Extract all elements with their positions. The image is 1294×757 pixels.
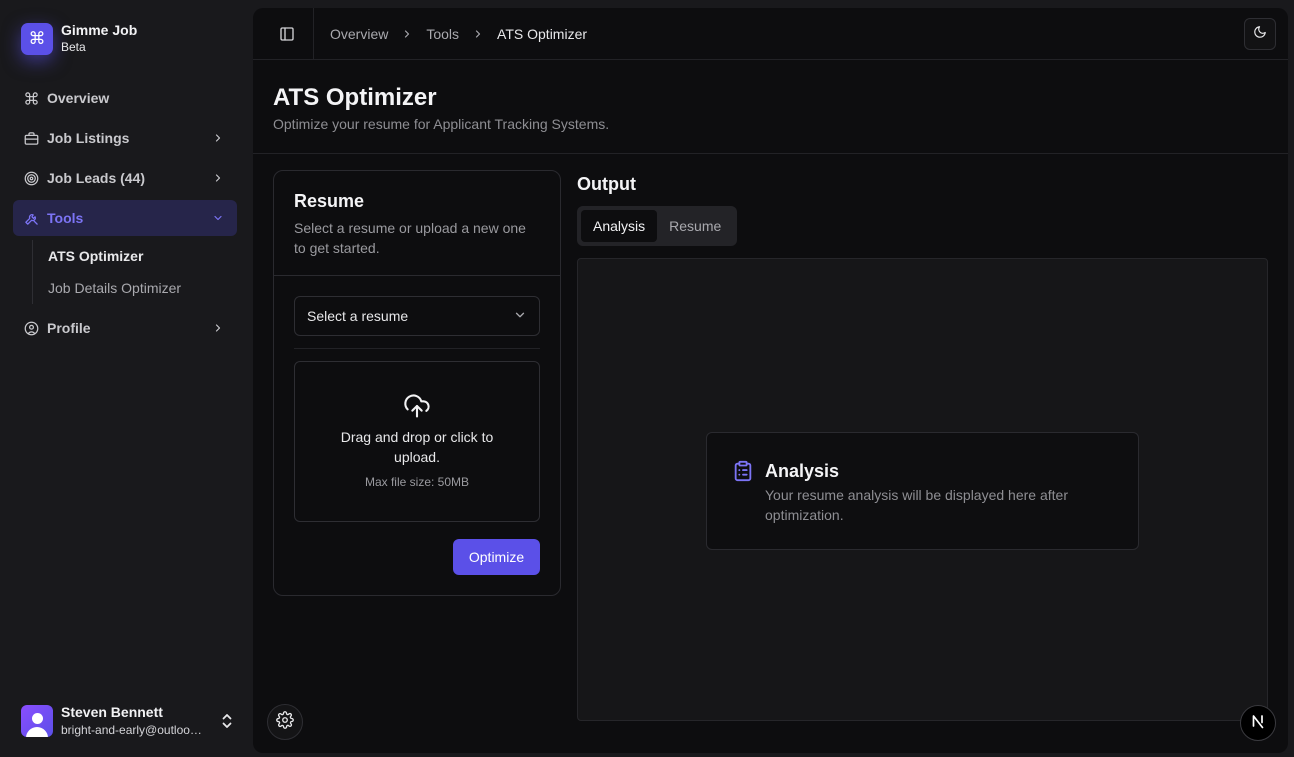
subnav-item-ats-optimizer[interactable]: ATS Optimizer — [48, 240, 237, 272]
tab-resume[interactable]: Resume — [657, 210, 733, 242]
breadcrumb-overview[interactable]: Overview — [330, 26, 388, 42]
resume-select-value: Select a resume — [307, 308, 409, 324]
optimize-button-label: Optimize — [468, 549, 525, 565]
brand-name: Gimme Job — [61, 22, 138, 38]
user-circle-icon — [23, 320, 39, 336]
chevron-right-icon — [472, 28, 484, 40]
sidebar-item-label: Profile — [47, 320, 91, 336]
page-header: ATS Optimizer Optimize your resume for A… — [253, 60, 1288, 154]
subnav-item-job-details-optimizer[interactable]: Job Details Optimizer — [48, 272, 237, 304]
sidebar-item-job-leads[interactable]: Job Leads (44) — [13, 160, 237, 196]
chevron-right-icon — [211, 171, 225, 185]
tools-subnav: ATS Optimizer Job Details Optimizer — [32, 240, 237, 304]
main-panel: Overview Tools ATS Optimizer ATS Optimiz… — [253, 8, 1288, 753]
user-email: bright-and-early@outlook.com — [61, 723, 203, 737]
target-icon — [23, 170, 39, 186]
chevron-right-icon — [211, 321, 225, 335]
resume-select[interactable]: Select a resume — [294, 296, 540, 336]
sidebar: ⌘ Gimme Job Beta Overview Job Listings J… — [0, 0, 253, 757]
sidebar-item-overview[interactable]: Overview — [13, 80, 237, 116]
output-tabs: Analysis Resume — [577, 206, 737, 246]
breadcrumb-tools[interactable]: Tools — [426, 26, 459, 42]
sidebar-item-profile[interactable]: Profile — [13, 310, 237, 346]
output-title: Output — [577, 174, 636, 194]
sidebar-item-label: Overview — [47, 90, 110, 106]
briefcase-icon — [23, 130, 39, 146]
sidebar-item-label: Job Leads (44) — [47, 170, 146, 186]
analysis-placeholder-card: Analysis Your resume analysis will be di… — [706, 432, 1139, 550]
breadcrumb-current: ATS Optimizer — [497, 26, 588, 42]
brand[interactable]: ⌘ Gimme Job Beta — [21, 22, 137, 55]
optimize-button[interactable]: Optimize — [453, 539, 540, 575]
sidebar-item-tools[interactable]: Tools — [13, 200, 237, 236]
user-name: Steven Bennett — [61, 704, 163, 720]
sidebar-toggle-icon[interactable] — [277, 24, 297, 44]
chevrons-up-down-icon[interactable] — [219, 711, 235, 731]
resume-card-title: Resume — [294, 191, 365, 211]
tools-icon — [23, 210, 39, 226]
tab-analysis[interactable]: Analysis — [581, 210, 658, 242]
analysis-title: Analysis — [765, 461, 840, 481]
chevron-right-icon — [401, 28, 413, 40]
analysis-description: Your resume analysis will be displayed h… — [765, 487, 1068, 523]
chevron-down-icon — [211, 211, 225, 225]
clipboard-list-icon — [732, 460, 754, 482]
upload-instructions: Drag and drop or click to upload. — [340, 429, 494, 465]
settings-button[interactable] — [267, 704, 303, 740]
gear-icon — [276, 710, 294, 734]
avatar — [21, 705, 53, 737]
sidebar-item-label: Job Listings — [47, 130, 130, 146]
upload-max-size: Max file size: 50MB — [364, 475, 470, 489]
user-menu[interactable]: Steven Bennett bright-and-early@outlook.… — [21, 704, 235, 738]
sidebar-item-job-listings[interactable]: Job Listings — [13, 120, 237, 156]
brand-badge: Beta — [61, 40, 86, 54]
upload-dropzone[interactable]: Drag and drop or click to upload. Max fi… — [294, 361, 540, 522]
cloud-upload-icon — [403, 392, 431, 420]
sidebar-nav: Overview Job Listings Job Leads (44) Too… — [13, 80, 237, 350]
resume-card-description: Select a resume or upload a new one to g… — [294, 220, 526, 256]
nextjs-logo-icon — [1250, 713, 1266, 734]
command-icon: ⌘ — [21, 22, 53, 55]
theme-toggle-button[interactable] — [1244, 18, 1276, 50]
moon-icon — [1253, 25, 1267, 44]
resume-card: Resume Select a resume or upload a new o… — [273, 170, 561, 596]
page-subtitle: Optimize your resume for Applicant Track… — [273, 116, 610, 132]
topbar: Overview Tools ATS Optimizer — [253, 8, 1288, 60]
page-title: ATS Optimizer — [273, 84, 437, 111]
sidebar-item-label: Tools — [47, 210, 84, 226]
nextjs-dev-badge[interactable] — [1240, 705, 1276, 741]
chevron-down-icon — [513, 308, 527, 325]
chevron-right-icon — [211, 131, 225, 145]
output-area: Analysis Your resume analysis will be di… — [577, 258, 1268, 721]
command-icon — [23, 90, 39, 106]
breadcrumb: Overview Tools ATS Optimizer — [330, 24, 587, 44]
